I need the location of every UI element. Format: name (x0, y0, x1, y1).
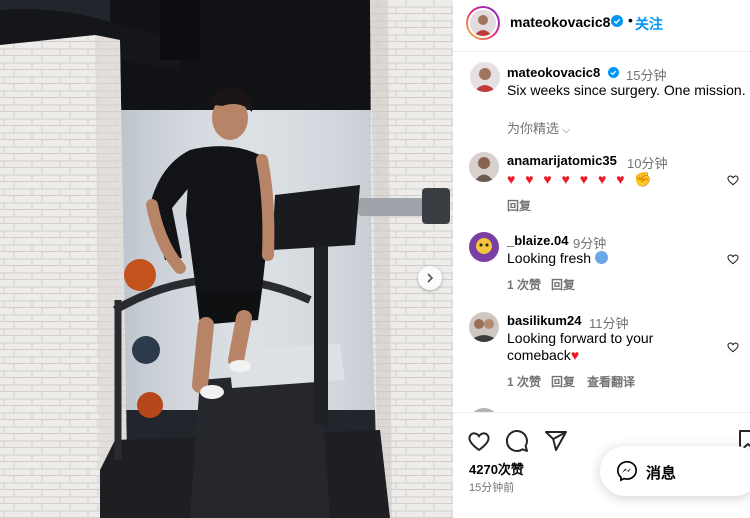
messages-button[interactable]: 消息 (600, 446, 750, 496)
caption-author-avatar[interactable] (470, 62, 500, 92)
author-username[interactable]: mateokovacic8 (510, 14, 610, 30)
comment-text-content: Looking fresh (507, 250, 592, 266)
comment-text: ♥ ♥ ♥ ♥ ♥ ♥ ♥ ✊ (507, 171, 655, 188)
cool-face-emoji (594, 251, 608, 264)
comment-username[interactable]: basilikum24 (507, 313, 581, 328)
flexed-arm-emoji: ✊ (634, 171, 655, 187)
follow-button[interactable]: 关注 (635, 14, 663, 34)
comment-username[interactable]: _blaize.04 (507, 233, 568, 248)
comment-timestamp: 10分钟 (627, 156, 668, 171)
comment-like-count[interactable]: 1 次赞 (507, 373, 541, 390)
heart-icon[interactable] (726, 173, 740, 187)
posted-timestamp: 15分钟前 (469, 482, 515, 494)
chevron-right-icon (427, 273, 434, 283)
verified-badge-icon (608, 67, 619, 78)
author-avatar[interactable] (466, 6, 500, 40)
heart-icon[interactable] (726, 340, 740, 354)
see-translation-label: 为你精选 (507, 121, 560, 136)
comment-username[interactable]: anamarijatomic35 (507, 153, 617, 168)
reply-button[interactable]: 回复 (551, 276, 575, 293)
header-separator: • (628, 12, 633, 28)
post-photo[interactable] (0, 0, 453, 518)
chevron-down-icon: ⌵ (562, 124, 571, 136)
comment-text-hearts: ♥ ♥ ♥ ♥ ♥ ♥ ♥ (507, 171, 628, 187)
heart-icon[interactable] (726, 252, 740, 266)
comment-avatar[interactable] (469, 232, 499, 262)
comment-text-line2-content: comeback (507, 347, 571, 363)
post-header: mateokovacic8 • 关注 (453, 0, 750, 52)
reply-button[interactable]: 回复 (507, 197, 531, 214)
like-count[interactable]: 4270次赞 (469, 459, 524, 478)
comment-avatar-image (469, 152, 499, 182)
comment-avatar[interactable] (469, 152, 499, 182)
verified-badge-icon (611, 15, 623, 27)
caption-text: Six weeks since surgery. One mission. (507, 82, 746, 98)
comment-avatar[interactable] (469, 312, 499, 342)
share-icon[interactable] (544, 429, 568, 453)
heart-icon[interactable] (467, 429, 491, 453)
carousel-next-button[interactable] (418, 266, 442, 290)
comments-scroll-area[interactable]: mateokovacic8 15分钟 Six weeks since surge… (453, 52, 750, 412)
author-avatar-image (470, 10, 496, 36)
comment-text-line2: comeback♥ (507, 347, 579, 364)
comment-avatar-image (469, 232, 499, 262)
messages-label: 消息 (646, 465, 677, 482)
see-translation-button[interactable]: 查看翻译 (587, 373, 635, 390)
comment-text: Looking fresh (507, 250, 608, 267)
comment-icon[interactable] (505, 429, 529, 453)
red-heart-emoji: ♥ (570, 347, 580, 363)
messenger-icon (617, 461, 637, 482)
caption-avatar-image (470, 62, 500, 92)
post-side-panel: mateokovacic8 • 关注 mateokovacic8 15分钟 Si… (453, 0, 750, 518)
caption-username[interactable]: mateokovacic8 (507, 65, 600, 80)
reply-button[interactable]: 回复 (551, 373, 575, 390)
comment-text-line1: Looking forward to your (507, 330, 654, 346)
comment-like-count[interactable]: 1 次赞 (507, 276, 541, 293)
comment-avatar-image (469, 312, 499, 342)
gym-photo-illustration (0, 0, 453, 518)
see-translation-link[interactable]: 为你精选 ⌵ (507, 118, 570, 137)
